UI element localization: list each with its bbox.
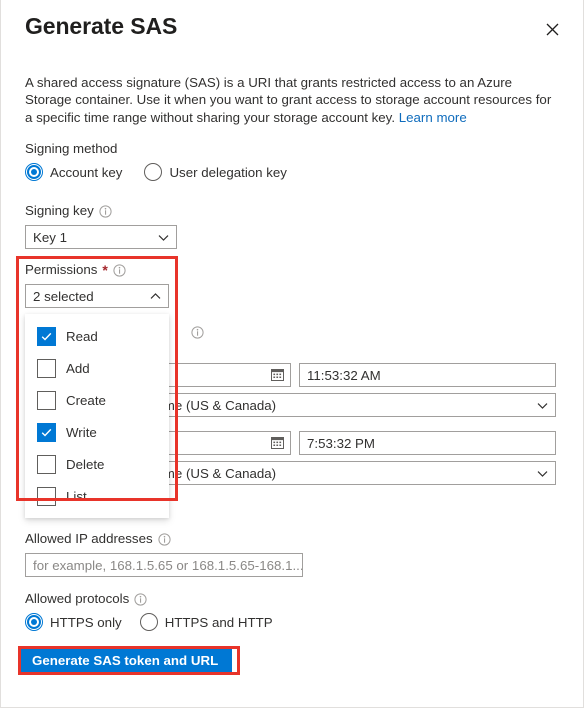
allowed-ip-group: Allowed IP addresses for example, 168.1.… [25,531,303,577]
learn-more-link[interactable]: Learn more [399,110,467,125]
expiry-time-input[interactable]: 7:53:32 PM [299,431,556,455]
chevron-down-icon [157,231,170,244]
permissions-option-add[interactable]: Add [26,352,168,384]
signing-key-label: Signing key [25,203,177,219]
permissions-group: Permissions * 2 selected Read Add Create… [25,262,169,518]
chevron-down-icon [536,467,549,480]
permissions-option-create[interactable]: Create [26,384,168,416]
dialog-header: Generate SAS [25,10,565,54]
required-marker: * [102,262,108,278]
checkbox-list[interactable] [37,486,56,506]
radio-label-user-delegation-key: User delegation key [169,164,287,180]
chevron-up-icon [149,290,162,303]
permissions-select[interactable]: 2 selected [25,284,169,308]
checkbox-delete[interactable] [37,454,56,474]
permissions-option-label-read: Read [66,328,98,344]
checkbox-write[interactable] [37,422,56,442]
allowed-ip-label: Allowed IP addresses [25,531,303,547]
radio-indicator-account-key[interactable] [25,163,43,181]
signing-key-group: Signing key Key 1 [25,203,177,249]
submit-row: Generate SAS token and URL [18,647,233,674]
close-icon[interactable] [539,16,565,42]
checkbox-read[interactable] [37,326,56,346]
permissions-label: Permissions * [25,262,169,278]
allowed-protocols-group: Allowed protocols HTTPS only HTTPS and H… [25,591,273,631]
radio-option-account-key[interactable]: Account key [25,163,122,181]
permissions-option-label-write: Write [66,424,97,440]
permissions-option-label-list: List [66,488,87,504]
info-icon[interactable] [191,326,204,339]
checkbox-create[interactable] [37,390,56,410]
signing-method-label-text: Signing method [25,141,118,156]
allowed-protocols-label: Allowed protocols [25,591,273,607]
allowed-protocols-radio-group: HTTPS only HTTPS and HTTP [25,613,273,631]
start-time-field[interactable]: 11:53:32 AM [299,363,556,387]
permissions-label-text: Permissions [25,262,98,277]
signing-key-select[interactable]: Key 1 [25,225,177,249]
info-icon[interactable] [113,263,126,277]
permissions-option-label-add: Add [66,360,90,376]
signing-key-label-text: Signing key [25,203,94,218]
radio-label-account-key: Account key [50,164,123,180]
dialog-description: A shared access signature (SAS) is a URI… [25,74,556,126]
radio-indicator-https-and-http[interactable] [139,613,158,631]
signing-key-value: Key 1 [33,229,68,245]
generate-sas-button[interactable]: Generate SAS token and URL [18,647,233,674]
signing-method-radio-group: Account key User delegation key [25,163,287,181]
permissions-option-label-delete: Delete [66,456,105,472]
permissions-summary-value: 2 selected [33,288,94,304]
permissions-option-delete[interactable]: Delete [26,448,168,480]
radio-label-https-only: HTTPS only [50,614,122,630]
permissions-option-label-create: Create [66,392,106,408]
allowed-ip-label-text: Allowed IP addresses [25,531,153,546]
permissions-option-list[interactable]: List [26,480,168,512]
radio-label-https-and-http: HTTPS and HTTP [164,614,273,630]
radio-indicator-https-only[interactable] [25,613,43,631]
checkbox-add[interactable] [37,358,56,378]
info-icon[interactable] [158,532,171,546]
expiry-time-field[interactable]: 7:53:32 PM [299,431,556,455]
permissions-option-write[interactable]: Write [26,416,168,448]
info-icon[interactable] [134,592,147,606]
generate-sas-panel: Generate SAS A shared access signature (… [0,0,584,708]
radio-option-https-and-http[interactable]: HTTPS and HTTP [139,613,273,631]
allowed-ip-input[interactable]: for example, 168.1.5.65 or 168.1.5.65-16… [25,553,303,577]
radio-option-https-only[interactable]: HTTPS only [25,613,122,631]
radio-indicator-user-delegation-key[interactable] [144,163,163,181]
permissions-dropdown-list: Read Add Create Write Delete List [25,314,169,518]
calendar-icon[interactable] [270,435,285,450]
allowed-protocols-label-text: Allowed protocols [25,591,130,606]
page-title: Generate SAS [25,13,178,39]
signing-method-label: Signing method [25,141,287,157]
description-text: A shared access signature (SAS) is a URI… [25,75,552,125]
chevron-down-icon [536,399,549,412]
radio-option-user-delegation-key[interactable]: User delegation key [144,163,287,181]
signing-method-group: Signing method Account key User delegati… [25,141,287,181]
permissions-option-read[interactable]: Read [26,320,168,352]
calendar-icon[interactable] [270,367,285,382]
info-icon[interactable] [99,204,112,218]
start-time-input[interactable]: 11:53:32 AM [299,363,556,387]
